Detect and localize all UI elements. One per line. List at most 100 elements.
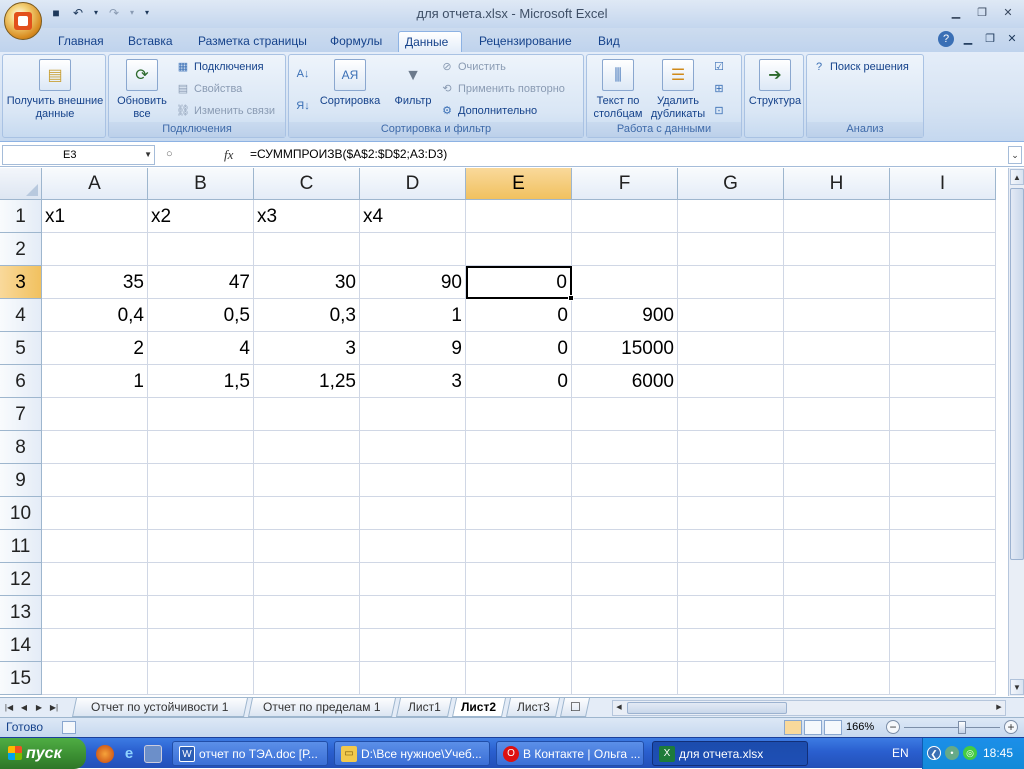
- sort-desc-button[interactable]: Я↓: [295, 97, 314, 115]
- restore-button[interactable]: ❐: [970, 4, 994, 22]
- zoom-knob[interactable]: [958, 721, 966, 734]
- cell-g11[interactable]: [678, 530, 784, 563]
- cell-f4[interactable]: 900: [572, 299, 678, 332]
- cell-b13[interactable]: [148, 596, 254, 629]
- cell-e7[interactable]: [466, 398, 572, 431]
- cell-i15[interactable]: [890, 662, 996, 695]
- cell-a1[interactable]: x1: [42, 200, 148, 233]
- cell-c6[interactable]: 1,25: [254, 365, 360, 398]
- sheet-tab-sheet2[interactable]: Лист2: [451, 698, 507, 717]
- task-folder[interactable]: ▭ D:\Все нужное\Учеб...: [334, 741, 490, 766]
- cell-i14[interactable]: [890, 629, 996, 662]
- cell-c12[interactable]: [254, 563, 360, 596]
- cell-d9[interactable]: [360, 464, 466, 497]
- tab-review[interactable]: Рецензирование: [473, 31, 578, 52]
- tab-data[interactable]: Данные: [398, 31, 462, 52]
- cell-d12[interactable]: [360, 563, 466, 596]
- cell-e2[interactable]: [466, 233, 572, 266]
- sort-asc-button[interactable]: A↓: [295, 65, 314, 83]
- cell-d5[interactable]: 9: [360, 332, 466, 365]
- cell-a10[interactable]: [42, 497, 148, 530]
- task-word-report[interactable]: Wотчет по ТЭА.doc [Р...: [172, 741, 328, 766]
- column-header-h[interactable]: H: [784, 168, 890, 200]
- cell-f14[interactable]: [572, 629, 678, 662]
- cell-g3[interactable]: [678, 266, 784, 299]
- cell-i4[interactable]: [890, 299, 996, 332]
- cell-a7[interactable]: [42, 398, 148, 431]
- cell-i12[interactable]: [890, 563, 996, 596]
- cell-e8[interactable]: [466, 431, 572, 464]
- cell-a4[interactable]: 0,4: [42, 299, 148, 332]
- formula-input[interactable]: =СУММПРОИЗВ($A$2:$D$2;A3:D3): [246, 145, 1008, 165]
- vertical-scroll-thumb[interactable]: [1010, 188, 1024, 560]
- cell-c5[interactable]: 3: [254, 332, 360, 365]
- cell-a12[interactable]: [42, 563, 148, 596]
- row-header-11[interactable]: 11: [0, 530, 42, 563]
- cell-a15[interactable]: [42, 662, 148, 695]
- row-header-9[interactable]: 9: [0, 464, 42, 497]
- cell-h12[interactable]: [784, 563, 890, 596]
- cell-h2[interactable]: [784, 233, 890, 266]
- active-cell-e3[interactable]: 0: [466, 266, 572, 299]
- cell-g6[interactable]: [678, 365, 784, 398]
- cell-i1[interactable]: [890, 200, 996, 233]
- scroll-up-icon[interactable]: ▲: [1010, 169, 1024, 185]
- cell-a11[interactable]: [42, 530, 148, 563]
- cell-f3[interactable]: [572, 266, 678, 299]
- cell-b5[interactable]: 4: [148, 332, 254, 365]
- column-header-f[interactable]: F: [572, 168, 678, 200]
- show-desktop-icon[interactable]: [144, 745, 162, 763]
- cell-f7[interactable]: [572, 398, 678, 431]
- cell-e6[interactable]: 0: [466, 365, 572, 398]
- cell-d10[interactable]: [360, 497, 466, 530]
- normal-view-icon[interactable]: [784, 720, 802, 735]
- cell-g10[interactable]: [678, 497, 784, 530]
- cell-d3[interactable]: 90: [360, 266, 466, 299]
- macro-record-icon[interactable]: [62, 721, 76, 734]
- cell-i5[interactable]: [890, 332, 996, 365]
- cell-i2[interactable]: [890, 233, 996, 266]
- row-header-15[interactable]: 15: [0, 662, 42, 695]
- cell-h10[interactable]: [784, 497, 890, 530]
- name-box[interactable]: E3 ▼: [2, 145, 155, 165]
- row-header-1[interactable]: 1: [0, 200, 42, 233]
- solver-button[interactable]: ? Поиск решения: [811, 58, 909, 76]
- cell-c14[interactable]: [254, 629, 360, 662]
- cell-g12[interactable]: [678, 563, 784, 596]
- zoom-level[interactable]: 166%: [846, 721, 874, 733]
- page-layout-view-icon[interactable]: [804, 720, 822, 735]
- cell-g8[interactable]: [678, 431, 784, 464]
- properties-button[interactable]: ▤ Свойства: [175, 80, 243, 98]
- cell-d11[interactable]: [360, 530, 466, 563]
- cell-e5[interactable]: 0: [466, 332, 572, 365]
- cell-c2[interactable]: [254, 233, 360, 266]
- cell-d2[interactable]: [360, 233, 466, 266]
- row-header-2[interactable]: 2: [0, 233, 42, 266]
- cell-e1[interactable]: [466, 200, 572, 233]
- cell-g4[interactable]: [678, 299, 784, 332]
- row-header-4[interactable]: 4: [0, 299, 42, 332]
- insert-sheet-button[interactable]: ☐: [559, 698, 591, 717]
- fill-handle[interactable]: [568, 295, 574, 301]
- row-header-5[interactable]: 5: [0, 332, 42, 365]
- horizontal-scrollbar[interactable]: ◀ ▶: [612, 700, 1006, 716]
- cell-g1[interactable]: [678, 200, 784, 233]
- cell-h9[interactable]: [784, 464, 890, 497]
- cell-e10[interactable]: [466, 497, 572, 530]
- consolidate-button[interactable]: ⊞: [711, 80, 730, 98]
- scroll-down-icon[interactable]: ▼: [1010, 679, 1024, 695]
- cell-a9[interactable]: [42, 464, 148, 497]
- cell-f11[interactable]: [572, 530, 678, 563]
- row-header-12[interactable]: 12: [0, 563, 42, 596]
- cell-d14[interactable]: [360, 629, 466, 662]
- tab-insert[interactable]: Вставка: [122, 31, 179, 52]
- insert-function-icon[interactable]: fx: [224, 147, 233, 163]
- cell-h7[interactable]: [784, 398, 890, 431]
- cell-e9[interactable]: [466, 464, 572, 497]
- sheet-tab-limits-report[interactable]: Отчет по пределам 1: [247, 698, 397, 717]
- outline-button[interactable]: ➔ Структура: [747, 59, 803, 108]
- cell-b14[interactable]: [148, 629, 254, 662]
- last-sheet-icon[interactable]: ▶|: [47, 700, 61, 715]
- cell-f10[interactable]: [572, 497, 678, 530]
- workbook-close-icon[interactable]: ✕: [1004, 31, 1020, 47]
